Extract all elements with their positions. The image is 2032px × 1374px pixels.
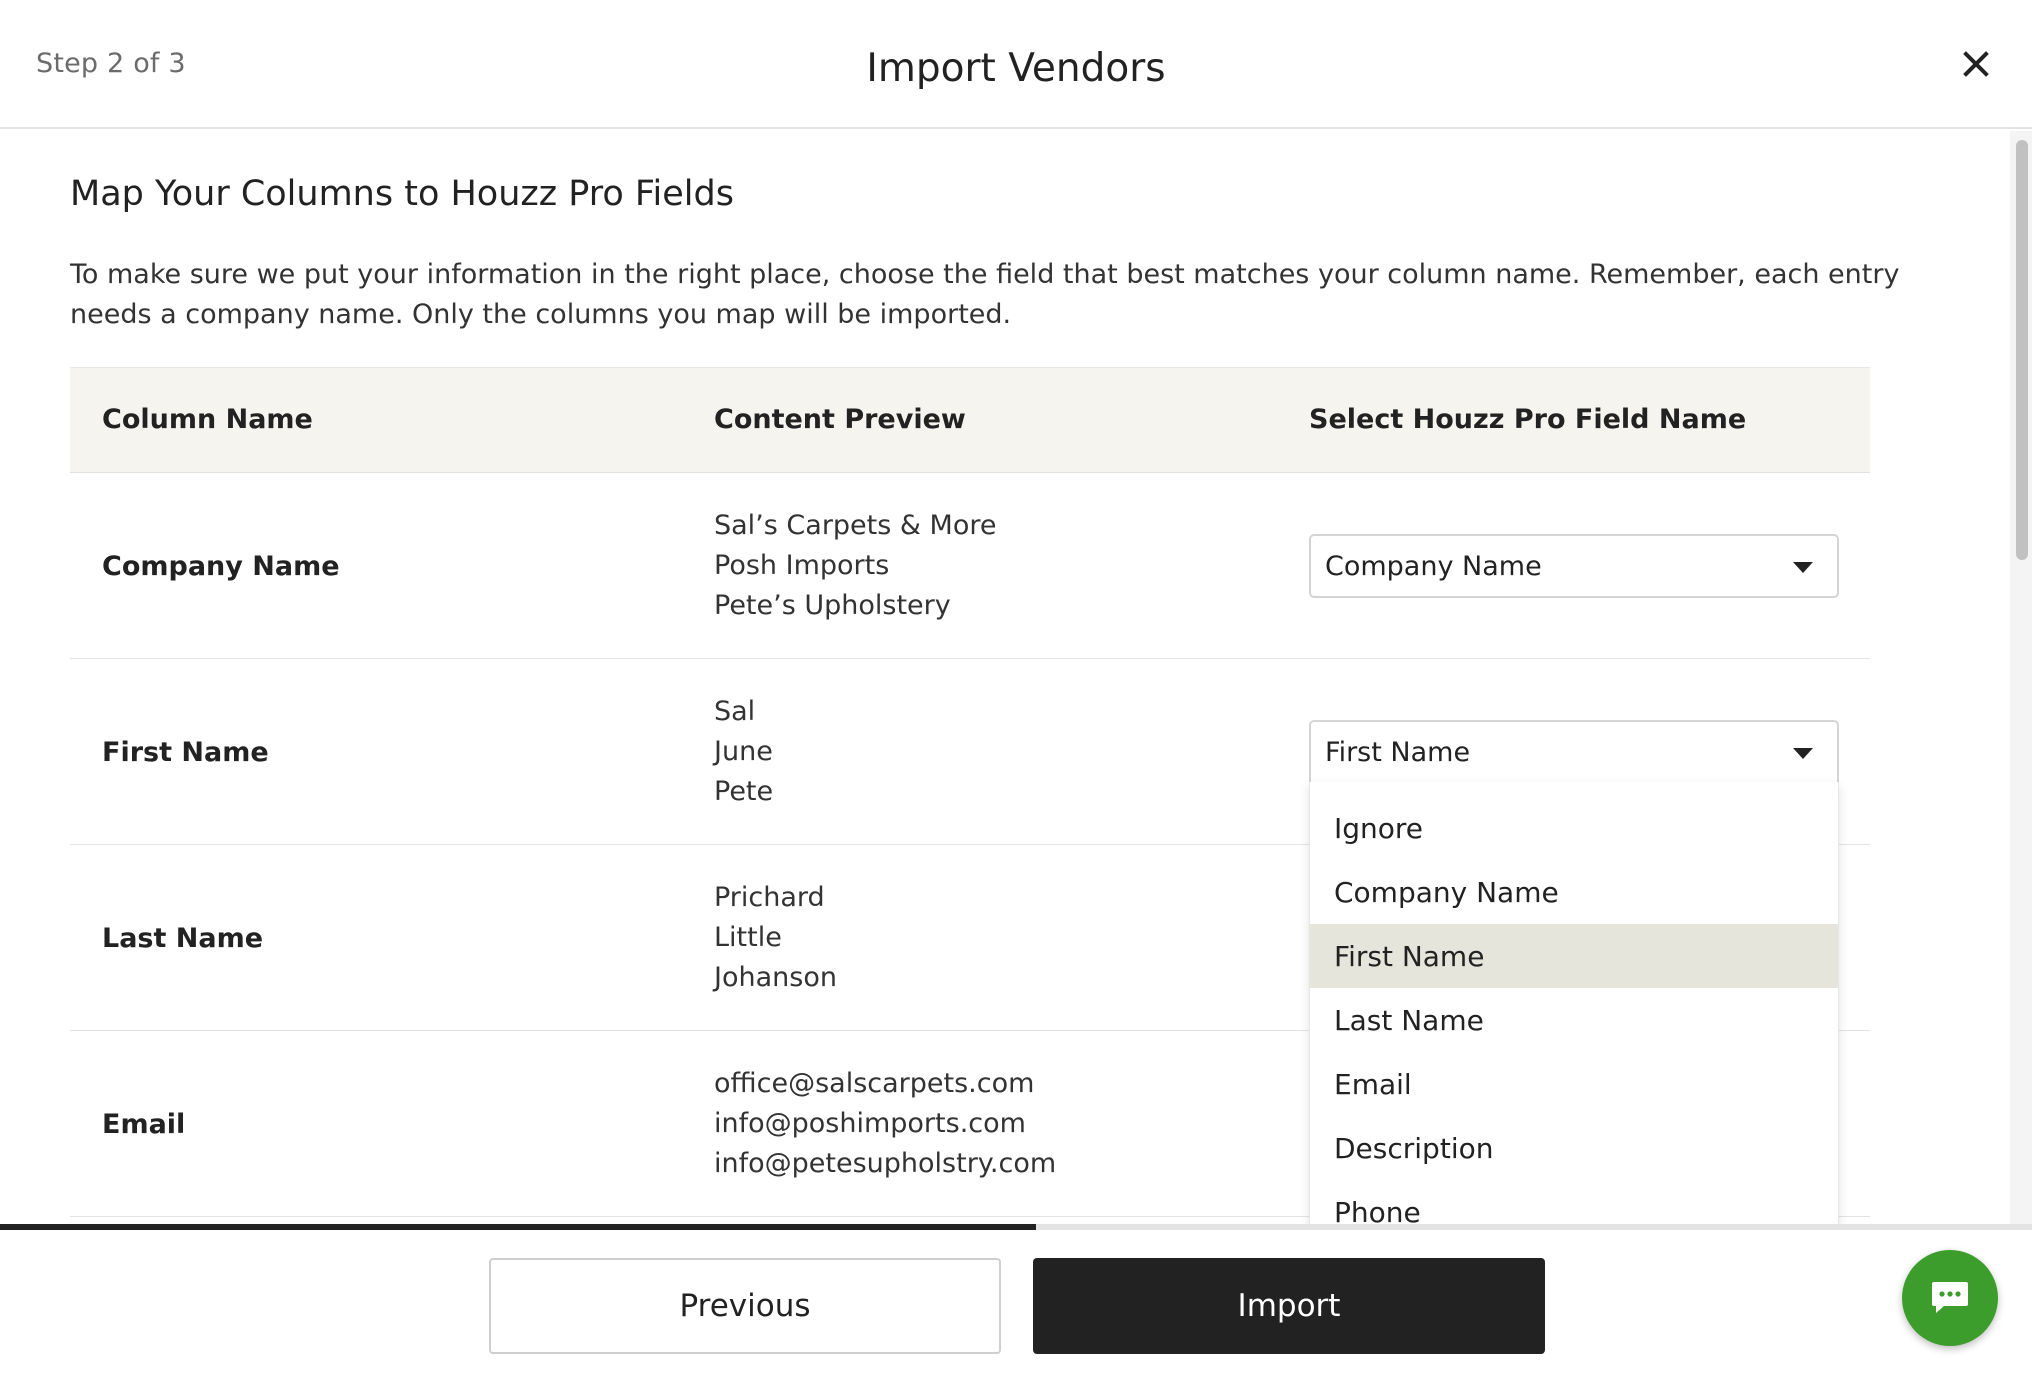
- field-dropdown-menu: Ignore Company Name First Name Last Name…: [1309, 782, 1839, 1226]
- preview-line: Pete: [714, 776, 774, 807]
- dropdown-option-first-name[interactable]: First Name: [1310, 924, 1838, 988]
- preview-line: Johanson: [714, 962, 837, 993]
- preview-line: Little: [714, 922, 782, 953]
- caret-down-icon: [1793, 748, 1813, 759]
- dropdown-option-last-name[interactable]: Last Name: [1310, 988, 1838, 1052]
- field-select-value: Company Name: [1325, 550, 1542, 582]
- content-preview: office@salscarpets.com info@poshimports.…: [714, 1031, 1056, 1217]
- chat-icon: [1932, 1282, 1968, 1313]
- column-name: First Name: [102, 736, 269, 768]
- preview-line: Sal: [714, 696, 756, 727]
- import-button[interactable]: Import: [1033, 1258, 1545, 1354]
- close-icon: [1963, 51, 1989, 77]
- section-title: Map Your Columns to Houzz Pro Fields: [70, 174, 734, 214]
- preview-line: June: [714, 736, 773, 767]
- import-vendors-modal: Step 2 of 3 Import Vendors Map Your Colu…: [0, 0, 2032, 1374]
- close-button[interactable]: [1954, 42, 1998, 86]
- previous-button[interactable]: Previous: [489, 1258, 1001, 1354]
- caret-down-icon: [1793, 562, 1813, 573]
- preview-line: office@salscarpets.com: [714, 1068, 1035, 1099]
- preview-line: Prichard: [714, 882, 825, 913]
- preview-line: info@poshimports.com: [714, 1108, 1026, 1139]
- dropdown-option-phone[interactable]: Phone: [1310, 1180, 1838, 1226]
- preview-line: info@petesupholstry.com: [714, 1148, 1057, 1179]
- column-name: Company Name: [102, 550, 340, 582]
- table-row: Company Name Sal’s Carpets & More Posh I…: [70, 473, 1870, 659]
- field-select-first-name[interactable]: First Name: [1309, 720, 1839, 784]
- content-preview: Sal’s Carpets & More Posh Imports Pete’s…: [714, 473, 996, 659]
- intro-text: To make sure we put your information in …: [70, 259, 1900, 330]
- chat-button[interactable]: [1902, 1250, 1998, 1346]
- preview-line: Sal’s Carpets & More: [714, 510, 997, 541]
- dropdown-option-description[interactable]: Description: [1310, 1116, 1838, 1180]
- content-preview: Sal June Pete: [714, 659, 773, 845]
- field-select-value: First Name: [1325, 736, 1471, 768]
- preview-line: Posh Imports: [714, 550, 890, 581]
- preview-line: Pete’s Upholstery: [714, 590, 951, 621]
- dropdown-options: Ignore Company Name First Name Last Name…: [1310, 782, 1838, 1226]
- table-header: Column Name Content Preview Select Houzz…: [70, 367, 1870, 473]
- modal-footer: Previous Import: [0, 1230, 2032, 1374]
- content-preview: Prichard Little Johanson: [714, 845, 837, 1031]
- column-header-content-preview: Content Preview: [714, 404, 966, 435]
- dropdown-option-email[interactable]: Email: [1310, 1052, 1838, 1116]
- dropdown-option-company-name[interactable]: Company Name: [1310, 860, 1838, 924]
- modal-title: Import Vendors: [866, 46, 1166, 91]
- column-header-column-name: Column Name: [102, 404, 313, 435]
- column-header-select-field: Select Houzz Pro Field Name: [1309, 404, 1747, 435]
- column-name: Email: [102, 1108, 186, 1140]
- column-name: Last Name: [102, 922, 264, 954]
- scrollbar-thumb[interactable]: [2016, 140, 2028, 560]
- dropdown-option-ignore[interactable]: Ignore: [1310, 796, 1838, 860]
- modal-header: Step 2 of 3 Import Vendors: [0, 0, 2032, 129]
- field-select-company-name[interactable]: Company Name: [1309, 534, 1839, 598]
